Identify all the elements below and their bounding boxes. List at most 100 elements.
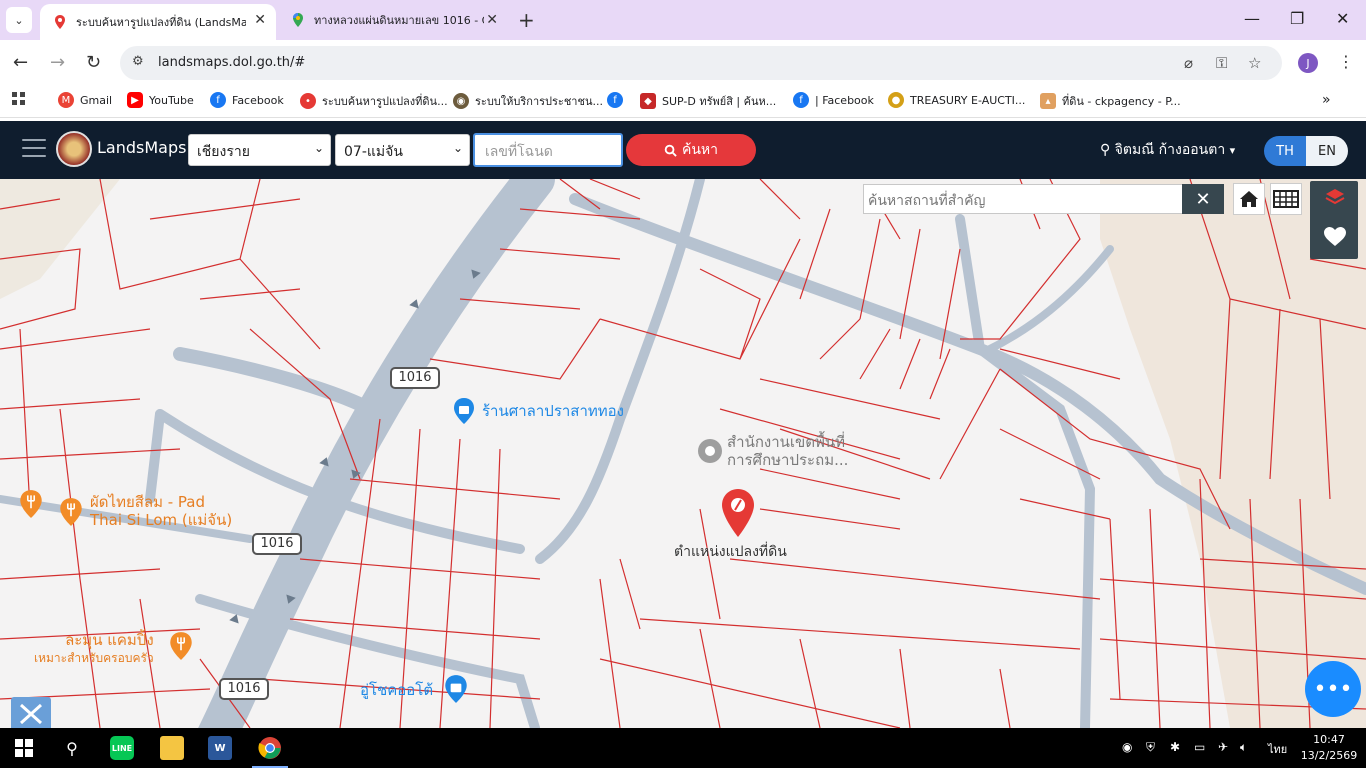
line-app-icon[interactable]: LINE (110, 736, 134, 760)
restaurant-pin-icon (170, 632, 192, 660)
windows-taskbar: ⚲ LINE W ◉ ⛨ ✱ ▭ ✈ 🔈︎ ไทย 10:47 13/2/256… (0, 728, 1366, 768)
tab-title: ทางหลวงแผ่นดินหมายเลข 1016 - G (314, 14, 484, 27)
search-button[interactable]: ค้นหา (626, 134, 756, 166)
red-pin-icon (722, 489, 754, 537)
bookmark-egov[interactable]: ◉ ระบบให้บริการประชาชน... (453, 92, 603, 110)
map-canvas[interactable]: 1016 1016 1016 ร้านศาลาปราสาททอง สำนักงา… (0, 179, 1366, 728)
site-settings-icon[interactable]: ⚙ (132, 54, 144, 69)
tab-close-icon[interactable]: ✕ (254, 12, 266, 28)
security-shield-icon[interactable]: ⛨ (1146, 740, 1155, 755)
app-header: LandsMaps เชียงราย ⌄ 07-แม่จัน ⌄ เลขที่โ… (0, 121, 1366, 179)
poi-office[interactable] (696, 437, 724, 469)
bookmark-sup-d[interactable]: ◆ SUP-D ทรัพย์สิ | ค้นห... (640, 92, 776, 110)
profile-avatar[interactable]: J (1298, 53, 1318, 73)
poi-label: ร้านศาลาปราสาททอง (482, 402, 624, 420)
home-button[interactable] (1233, 183, 1265, 215)
google-maps-favicon-icon (293, 13, 303, 27)
tab-search-chevron-icon[interactable]: ⌄ (6, 7, 32, 33)
app-brand: LandsMaps (97, 138, 187, 157)
lang-th-button[interactable]: TH (1264, 136, 1306, 166)
map-side-panel (1310, 181, 1358, 259)
bookmark-facebook-3[interactable]: f | Facebook (793, 92, 874, 108)
poi-label: ละมุน แคมปิ้ง เหมาะสำหรับครอบครัว (34, 631, 154, 666)
close-icon: ✕ (1195, 188, 1211, 210)
road-shield: 1016 (390, 367, 440, 389)
bookmark-facebook-2[interactable]: f (607, 92, 629, 108)
parcel-marker[interactable] (721, 488, 755, 542)
tab-landsmaps[interactable]: ระบบค้นหารูปแปลงที่ดิน (LandsMap ✕ (40, 4, 276, 40)
more-bookmarks-icon[interactable]: » (1322, 92, 1331, 108)
tab-close-icon[interactable]: ✕ (486, 12, 498, 28)
location-blocked-icon[interactable]: ⌀ (1184, 54, 1193, 72)
password-key-icon[interactable]: ⚿ (1216, 54, 1227, 72)
more-dots-icon: ••• (1313, 676, 1353, 702)
bookmark-youtube[interactable]: ▶ YouTube (127, 92, 194, 108)
poi-garage[interactable] (443, 674, 469, 708)
bookmark-treasury[interactable]: ● TREASURY E-AUCTI... (888, 92, 1025, 108)
grid-button[interactable] (1270, 183, 1302, 215)
deed-number-input[interactable]: เลขที่โฉนด (473, 133, 623, 167)
apps-grid-icon[interactable] (12, 92, 26, 106)
poi-camping[interactable] (168, 631, 194, 665)
facebook-icon: f (793, 92, 809, 108)
word-icon[interactable]: W (208, 736, 232, 760)
poi-shop[interactable] (452, 397, 476, 429)
forward-arrow-icon[interactable]: → (50, 52, 65, 73)
user-menu[interactable]: ⚲ จิตมณี ก้างออนตา ▾ (1100, 139, 1235, 161)
dol-logo (56, 131, 92, 167)
system-clock[interactable]: 10:47 13/2/2569 (1300, 732, 1358, 764)
browser-tab-strip: ⌄ ระบบค้นหารูปแปลงที่ดิน (LandsMap ✕ ทาง… (0, 0, 1366, 40)
poi-label: ผัดไทยสีลม - Pad Thai Si Lom (แม่จัน) (90, 493, 233, 529)
facebook-icon: f (607, 92, 623, 108)
facebook-icon: f (210, 92, 226, 108)
map-layer (0, 179, 1366, 728)
minimize-icon[interactable]: — (1244, 9, 1260, 28)
bookmark-facebook[interactable]: f Facebook (210, 92, 284, 108)
sup-icon: ◆ (640, 93, 656, 109)
volume-icon[interactable]: 🔈︎ (1240, 740, 1247, 755)
shopping-bag-pin-icon (445, 675, 467, 703)
seal-icon: ◉ (453, 93, 469, 109)
poi-label: สำนักงานเขตพื้นที่ การศึกษาประถม... (727, 433, 849, 469)
back-arrow-icon[interactable]: ← (13, 52, 28, 73)
file-explorer-icon[interactable] (160, 736, 184, 760)
poi-restaurant[interactable] (18, 489, 44, 523)
address-bar[interactable]: ⚙ landsmaps.dol.go.th/# ⌀ ⚿ ☆ (120, 46, 1282, 80)
windows-start-icon[interactable] (12, 736, 36, 760)
tab-title: ระบบค้นหารูปแปลงที่ดิน (LandsMap (76, 16, 246, 29)
search-icon[interactable]: ⚲ (60, 736, 84, 760)
tab-google-maps[interactable]: ทางหลวงแผ่นดินหมายเลข 1016 - G ✕ (278, 4, 508, 36)
place-search-input[interactable]: ค้นหาสถานที่สำคัญ (863, 184, 1183, 214)
gmail-icon: M (58, 92, 74, 108)
favorite-heart-icon[interactable] (1323, 226, 1347, 248)
home-icon (1240, 191, 1258, 207)
shopping-bag-pin-icon (454, 398, 474, 424)
new-tab-plus-icon[interactable]: + (518, 8, 535, 32)
browser-menu-icon[interactable]: ⋮ (1338, 52, 1354, 71)
close-window-icon[interactable]: ✕ (1336, 9, 1349, 28)
network-icon[interactable]: ✈ (1218, 740, 1228, 754)
chrome-icon[interactable] (258, 736, 282, 760)
district-select[interactable]: 07-แม่จัน ⌄ (335, 134, 470, 166)
restore-icon[interactable]: ❐ (1290, 9, 1304, 28)
settings-tray-icon[interactable]: ✱ (1170, 740, 1180, 754)
restaurant-pin-icon (20, 490, 42, 518)
bookmark-gmail[interactable]: M Gmail (58, 92, 112, 108)
poi-restaurant[interactable] (58, 497, 84, 531)
bookmark-landsmaps[interactable]: • ระบบค้นหารูปแปลงที่ดิน... (300, 92, 448, 110)
reload-icon[interactable]: ↻ (86, 52, 101, 73)
lang-en-button[interactable]: EN (1306, 136, 1348, 166)
more-options-button[interactable]: ••• (1305, 661, 1361, 717)
clear-search-button[interactable]: ✕ (1182, 184, 1224, 214)
bookmark-ckpagency[interactable]: ▴ ที่ดิน - ckpagency - P... (1040, 92, 1181, 110)
measure-tool-button[interactable] (11, 697, 51, 728)
input-language[interactable]: ไทย (1268, 740, 1287, 758)
ruler-icon (19, 703, 43, 725)
province-select[interactable]: เชียงราย ⌄ (188, 134, 331, 166)
battery-icon[interactable]: ▭ (1194, 740, 1205, 754)
bookmark-star-icon[interactable]: ☆ (1248, 54, 1261, 72)
line-tray-icon[interactable]: ◉ (1122, 740, 1132, 754)
hamburger-menu-icon[interactable] (22, 139, 46, 159)
layers-icon[interactable] (1324, 187, 1346, 209)
user-icon: ⚲ (1100, 142, 1111, 158)
